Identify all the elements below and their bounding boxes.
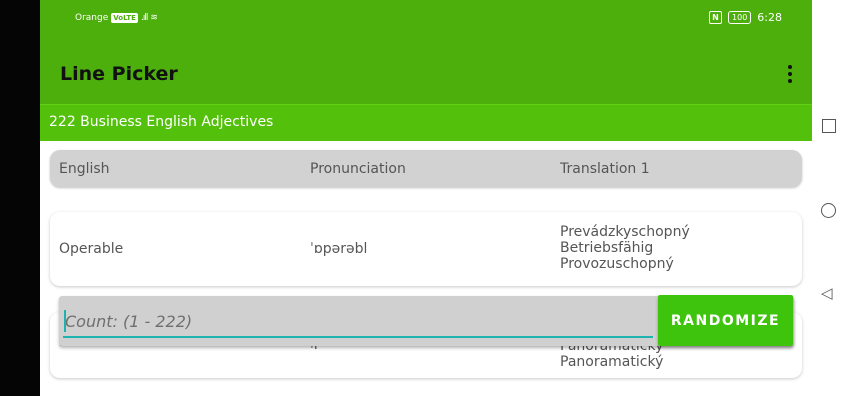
- app-title: Line Picker: [60, 63, 178, 85]
- translation-line: Provozuschopný: [560, 256, 674, 272]
- column-header-english: English: [59, 161, 110, 177]
- cell-pronunciation: ˈɒpərəbl: [310, 241, 368, 257]
- signal-icon: .ıll: [140, 13, 148, 23]
- table-header: English Pronunciation Translation 1: [50, 150, 802, 187]
- volte-badge: VoLTE: [111, 13, 138, 23]
- left-edge: [0, 0, 40, 396]
- carrier-info: Orange VoLTE .ıll ≋: [75, 13, 158, 23]
- randomize-button[interactable]: RANDOMIZE: [658, 295, 793, 346]
- list-title-bar: 222 Business English Adjectives: [40, 104, 812, 141]
- status-right: N 100 6:28: [709, 11, 782, 24]
- app-window: Orange VoLTE .ıll ≋ N 100 6:28 Line Pick…: [40, 0, 812, 396]
- column-header-pronunciation: Pronunciation: [310, 161, 406, 177]
- column-header-translation: Translation 1: [560, 161, 650, 177]
- translation-line: Prevádzkyschopný: [560, 224, 690, 240]
- more-vert-icon[interactable]: [788, 65, 792, 83]
- text-cursor: [64, 310, 66, 332]
- translation-line: Betriebsfähig: [560, 240, 654, 256]
- count-input[interactable]: [63, 306, 653, 338]
- table-row[interactable]: Operable ˈɒpərəbl Prevádzkyschopný Betri…: [50, 212, 802, 286]
- app-bar: Line Picker: [40, 44, 812, 104]
- wifi-icon: ≋: [150, 13, 158, 23]
- system-nav-bar: ◁: [812, 0, 844, 396]
- clock: 6:28: [757, 11, 782, 24]
- battery-icon: 100: [728, 11, 752, 24]
- home-icon[interactable]: [821, 203, 836, 218]
- list-title: 222 Business English Adjectives: [49, 114, 274, 130]
- back-icon[interactable]: ◁: [821, 284, 833, 302]
- carrier-name: Orange: [75, 13, 109, 23]
- cell-translations: Prevádzkyschopný Betriebsfähig Provozusc…: [560, 224, 690, 272]
- status-bar: Orange VoLTE .ıll ≋ N 100 6:28: [40, 0, 812, 44]
- count-bar: RANDOMIZE: [59, 295, 794, 346]
- nfc-icon: N: [709, 11, 723, 24]
- translation-line: Panoramatický: [560, 354, 664, 370]
- cell-english: Operable: [59, 241, 124, 257]
- recents-icon[interactable]: [822, 119, 836, 133]
